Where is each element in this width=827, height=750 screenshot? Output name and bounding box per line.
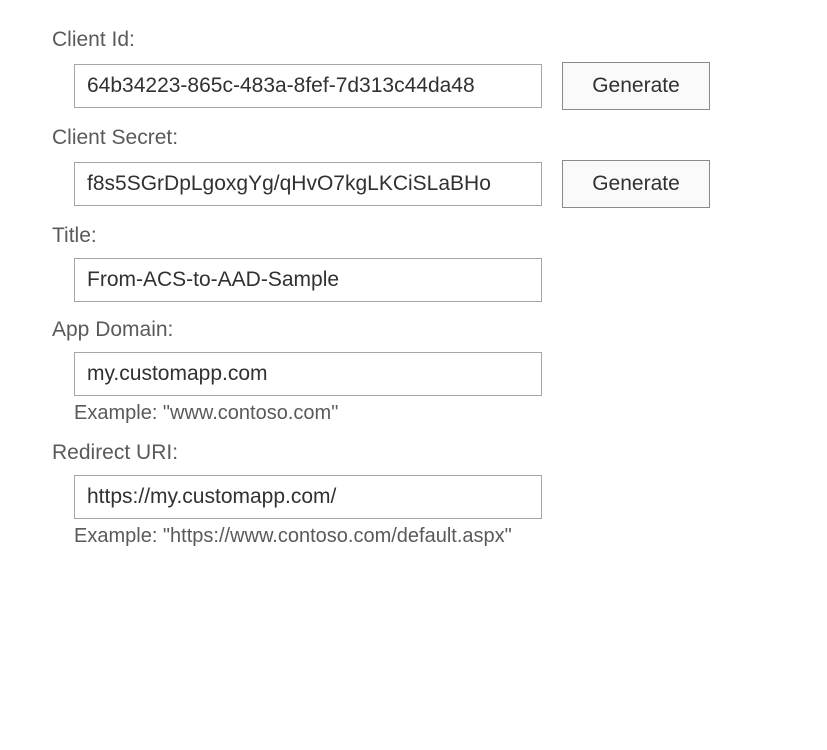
title-group: Title:	[52, 224, 775, 302]
app-domain-example: Example: "www.contoso.com"	[52, 402, 775, 425]
title-label: Title:	[52, 224, 775, 248]
redirect-uri-row	[52, 475, 775, 519]
app-domain-row	[52, 352, 775, 396]
client-id-row: Generate	[52, 62, 775, 110]
client-secret-label: Client Secret:	[52, 126, 775, 150]
redirect-uri-label: Redirect URI:	[52, 441, 775, 465]
redirect-uri-input[interactable]	[74, 475, 542, 519]
app-domain-input[interactable]	[74, 352, 542, 396]
client-id-input[interactable]	[74, 64, 542, 108]
redirect-uri-example: Example: "https://www.contoso.com/defaul…	[52, 525, 775, 548]
app-domain-label: App Domain:	[52, 318, 775, 342]
app-domain-group: App Domain: Example: "www.contoso.com"	[52, 318, 775, 425]
title-input[interactable]	[74, 258, 542, 302]
client-id-label: Client Id:	[52, 28, 775, 52]
client-id-generate-button[interactable]: Generate	[562, 62, 710, 110]
title-row	[52, 258, 775, 302]
client-secret-generate-button[interactable]: Generate	[562, 160, 710, 208]
client-id-group: Client Id: Generate	[52, 28, 775, 110]
client-secret-row: Generate	[52, 160, 775, 208]
client-secret-group: Client Secret: Generate	[52, 126, 775, 208]
client-secret-input[interactable]	[74, 162, 542, 206]
redirect-uri-group: Redirect URI: Example: "https://www.cont…	[52, 441, 775, 548]
